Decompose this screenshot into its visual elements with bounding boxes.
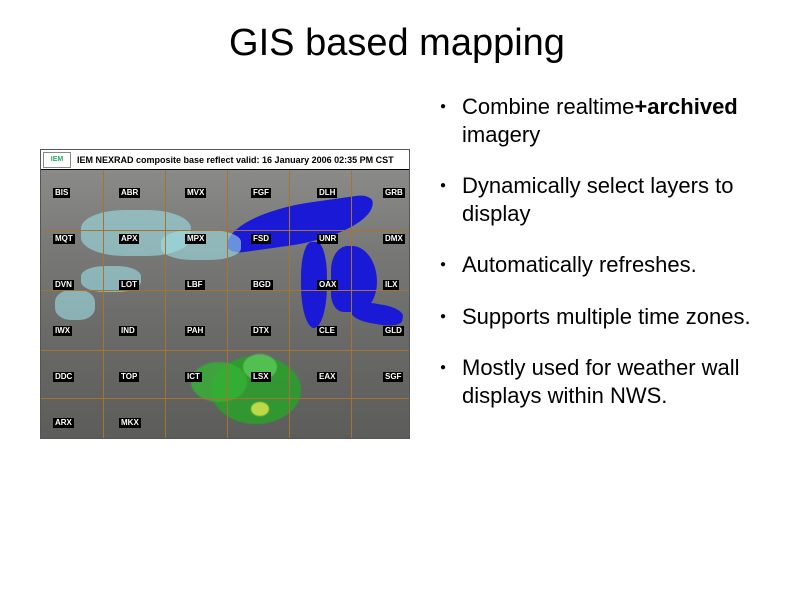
station-label: GRB xyxy=(383,188,405,198)
radar-light-icon xyxy=(55,290,95,320)
station-label: MPX xyxy=(185,234,206,244)
slide: GIS based mapping IEM IEM NEXRAD composi… xyxy=(0,0,794,595)
station-label: UNR xyxy=(317,234,338,244)
bullet-item: Dynamically select layers to display xyxy=(434,172,754,227)
state-border-icon xyxy=(41,230,409,231)
map-caption-text: IEM NEXRAD composite base reflect valid:… xyxy=(77,155,394,165)
station-label: PAH xyxy=(185,326,205,336)
state-border-icon xyxy=(103,170,104,438)
bullet-item: Supports multiple time zones. xyxy=(434,303,754,331)
station-label: DVN xyxy=(53,280,74,290)
station-label: DMX xyxy=(383,234,405,244)
state-border-icon xyxy=(165,170,166,438)
slide-content: IEM IEM NEXRAD composite base reflect va… xyxy=(40,93,754,565)
state-border-icon xyxy=(41,398,409,399)
map-figure: IEM IEM NEXRAD composite base reflect va… xyxy=(40,149,410,439)
bullet-item: Automatically refreshes. xyxy=(434,251,754,279)
lake-erie-icon xyxy=(350,300,405,329)
bullet-text-bold: +archived xyxy=(634,94,737,119)
station-label: OAX xyxy=(317,280,338,290)
state-border-icon xyxy=(41,290,409,291)
state-border-icon xyxy=(227,170,228,438)
bullet-text-pre: Mostly used for weather wall displays wi… xyxy=(462,355,740,408)
station-label: LOT xyxy=(119,280,139,290)
state-border-icon xyxy=(289,170,290,438)
left-column: IEM IEM NEXRAD composite base reflect va… xyxy=(40,93,410,439)
station-label: DTX xyxy=(251,326,271,336)
station-label: TOP xyxy=(119,372,139,382)
station-label: MKX xyxy=(119,418,141,428)
bullet-text-pre: Automatically refreshes. xyxy=(462,252,697,277)
station-label: LBF xyxy=(185,280,205,290)
station-label: ICT xyxy=(185,372,202,382)
state-border-icon xyxy=(41,350,409,351)
station-label: ARX xyxy=(53,418,74,428)
bullet-item: Mostly used for weather wall displays wi… xyxy=(434,354,754,409)
station-label: ABR xyxy=(119,188,140,198)
station-label: SGF xyxy=(383,372,403,382)
right-column: Combine realtime+archived imagery Dynami… xyxy=(434,93,754,433)
station-label: DLH xyxy=(317,188,337,198)
map-body: BIS ABR MVX FGF DLH GRB MQT APX MPX FSD UNR DMX DVN L… xyxy=(41,170,409,438)
station-label: CLE xyxy=(317,326,337,336)
iem-logo-icon: IEM xyxy=(43,152,71,168)
station-label: IND xyxy=(119,326,137,336)
station-label: MVX xyxy=(185,188,206,198)
station-label: BGD xyxy=(251,280,273,290)
radar-heavy-icon xyxy=(251,402,269,416)
bullet-text-pre: Combine realtime xyxy=(462,94,634,119)
map-caption-bar: IEM IEM NEXRAD composite base reflect va… xyxy=(41,150,409,170)
station-label: APX xyxy=(119,234,139,244)
station-label: BIS xyxy=(53,188,70,198)
bullet-text-pre: Supports multiple time zones. xyxy=(462,304,751,329)
bullet-text-post: imagery xyxy=(462,122,540,147)
bullet-list: Combine realtime+archived imagery Dynami… xyxy=(434,93,754,409)
station-label: IWX xyxy=(53,326,72,336)
state-border-icon xyxy=(351,170,352,438)
station-label: DDC xyxy=(53,372,74,382)
bullet-item: Combine realtime+archived imagery xyxy=(434,93,754,148)
station-label: FGF xyxy=(251,188,271,198)
station-label: FSD xyxy=(251,234,271,244)
station-label: GLD xyxy=(383,326,404,336)
bullet-text-pre: Dynamically select layers to display xyxy=(462,173,733,226)
slide-title: GIS based mapping xyxy=(40,22,754,65)
radar-heavy-icon xyxy=(191,362,247,402)
station-label: ILX xyxy=(383,280,399,290)
station-label: MQT xyxy=(53,234,75,244)
station-label: EAX xyxy=(317,372,337,382)
station-label: LSX xyxy=(251,372,271,382)
